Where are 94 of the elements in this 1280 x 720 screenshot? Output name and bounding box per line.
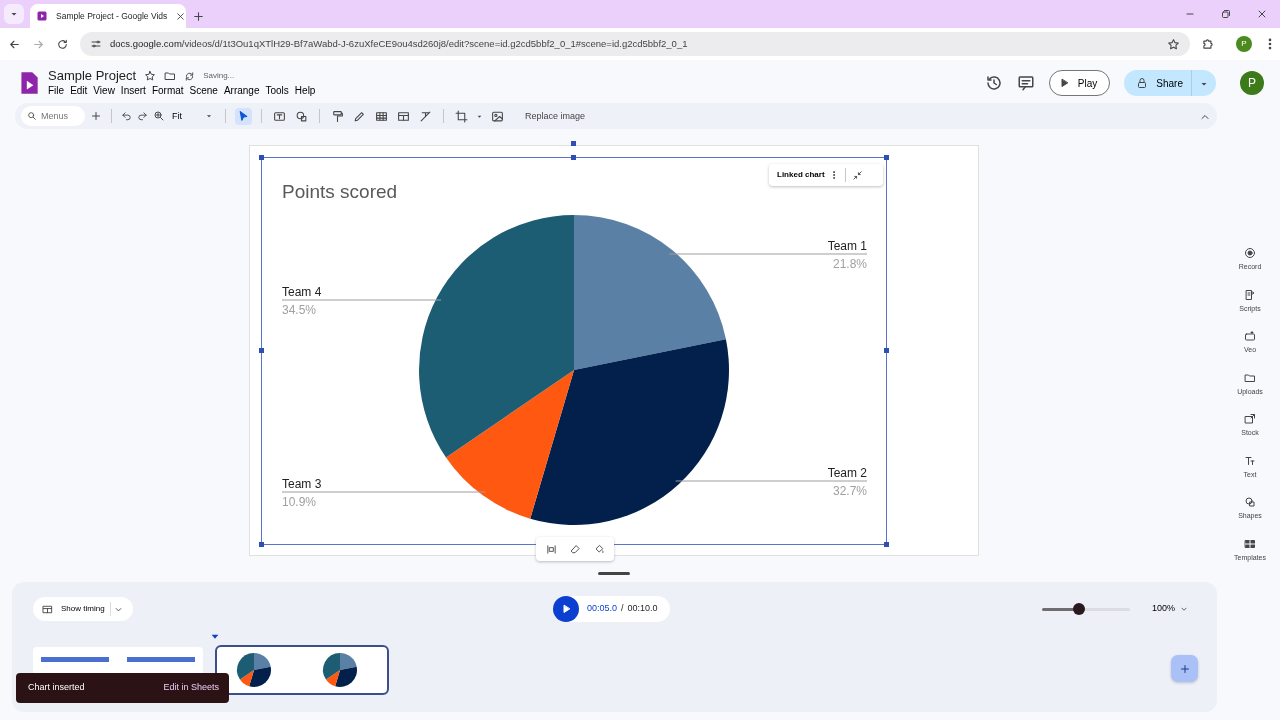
text-box-icon <box>273 109 286 123</box>
account-avatar[interactable]: P <box>1240 71 1264 95</box>
close-icon[interactable] <box>175 10 187 22</box>
eraser-icon[interactable] <box>569 543 581 555</box>
extensions-icon[interactable] <box>1201 37 1215 51</box>
folder-icon <box>1244 371 1256 384</box>
layout-icon <box>397 109 410 123</box>
record-icon <box>1244 247 1256 259</box>
sync-icon <box>184 70 196 82</box>
slice-label: Team 2 <box>827 466 867 480</box>
tool-button[interactable] <box>235 107 252 125</box>
image-icon <box>491 109 504 123</box>
slider-thumb[interactable] <box>1072 603 1085 615</box>
version-history-icon[interactable] <box>984 74 1003 92</box>
value-label: 10.9% <box>282 495 317 509</box>
clear-formatting-icon <box>419 109 432 123</box>
menu-item[interactable]: Help <box>291 84 319 98</box>
search-icon <box>27 111 37 121</box>
reload-icon[interactable] <box>56 37 69 51</box>
edit-in-sheets-link[interactable]: Edit in Sheets <box>163 681 219 695</box>
play-button[interactable]: Play <box>1048 70 1111 96</box>
stock-media-icon <box>1244 413 1256 425</box>
collapse-icon[interactable] <box>851 169 863 181</box>
resize-handle[interactable] <box>571 155 576 160</box>
resize-handle[interactable] <box>571 141 576 146</box>
menu-item[interactable]: View <box>90 84 118 98</box>
site-settings-icon[interactable] <box>90 38 102 50</box>
bookmark-star-icon[interactable] <box>1167 37 1180 51</box>
table-icon <box>375 109 388 123</box>
value-label: 32.7% <box>832 484 867 498</box>
redo-icon[interactable] <box>137 110 148 122</box>
scene-thumbnail[interactable] <box>217 647 387 693</box>
move-folder-icon[interactable] <box>164 70 177 82</box>
slice-label: Team 3 <box>282 477 322 491</box>
zoom-icon[interactable] <box>153 110 165 122</box>
resize-handle[interactable] <box>884 155 889 160</box>
pen-icon <box>353 109 366 123</box>
browser-tab[interactable]: Sample Project - Google Vids <box>30 4 186 28</box>
shapes-icon <box>1244 496 1256 508</box>
slice-label: Team 4 <box>282 285 322 299</box>
play-icon <box>560 603 572 615</box>
replace-image-button[interactable]: Replace image <box>523 109 588 123</box>
resize-handle[interactable] <box>884 542 889 547</box>
time-separator: / <box>621 602 624 616</box>
paint-format-icon <box>331 109 344 123</box>
resize-handle[interactable] <box>259 155 264 160</box>
total-time: 00:10.0 <box>627 602 658 616</box>
resize-handle[interactable] <box>884 348 889 353</box>
add-scene-button[interactable] <box>1171 655 1198 682</box>
close-icon[interactable] <box>1256 8 1268 20</box>
resize-grip[interactable] <box>598 572 630 575</box>
shapes-icon <box>295 109 308 123</box>
layout-icon <box>42 603 53 615</box>
current-time: 00:05.0 <box>587 602 618 616</box>
fill-color-icon[interactable] <box>593 543 605 555</box>
menu-search-field[interactable]: Menus <box>21 106 85 126</box>
value-label: 34.5% <box>282 303 317 317</box>
menu-item[interactable]: Scene <box>186 84 221 98</box>
play-button[interactable] <box>553 596 579 622</box>
zoom-dropdown[interactable]: Fit <box>170 109 216 123</box>
profile-avatar[interactable]: P <box>1236 36 1252 52</box>
slice-label: Team 1 <box>827 239 867 253</box>
add-icon[interactable] <box>90 110 102 122</box>
address-field[interactable]: docs.google.com/videos/d/1t3Ou1qXTlH29-Bf7aWabd-J-6zuXfeCE9ou4sd260j8/edit?scene=id.g2cd5bbf2_0_1#scene=id.g2cd5bbf2_0_1 <box>80 32 1190 56</box>
comments-icon[interactable] <box>1016 74 1035 92</box>
menu-item[interactable]: Edit <box>67 84 91 98</box>
menu-item[interactable]: Arrange <box>220 84 263 98</box>
snackbar-message: Chart inserted <box>28 681 85 695</box>
video-app-icon <box>36 10 48 22</box>
plus-icon <box>1178 662 1191 675</box>
menu-item[interactable]: Insert <box>117 84 149 98</box>
lock-icon <box>1136 77 1149 89</box>
resize-handle[interactable] <box>259 348 264 353</box>
text-icon <box>1244 454 1256 467</box>
chart-title: Points scored <box>282 181 398 202</box>
menu-item[interactable]: File <box>45 84 68 98</box>
undo-icon[interactable] <box>121 110 132 122</box>
crop-icon <box>455 109 468 123</box>
menu-item[interactable]: Format <box>148 84 187 98</box>
align-icon[interactable] <box>545 543 557 555</box>
script-icon <box>1244 288 1256 301</box>
veo-icon <box>1244 330 1256 342</box>
save-status: Saving... <box>203 70 235 82</box>
document-title[interactable]: Sample Project <box>48 68 137 84</box>
templates-icon <box>1244 537 1256 550</box>
zoom-level-dropdown[interactable]: 100% <box>1145 601 1195 617</box>
menu-item[interactable]: Tools <box>262 84 292 98</box>
select-cursor-icon <box>237 109 250 123</box>
new-tab-icon[interactable] <box>192 9 205 23</box>
star-icon[interactable] <box>144 70 157 82</box>
restore-icon[interactable] <box>1220 8 1232 20</box>
linked-chart-button[interactable]: Linked chart <box>773 169 829 181</box>
value-label: 21.8% <box>832 257 867 271</box>
resize-handle[interactable] <box>259 542 264 547</box>
